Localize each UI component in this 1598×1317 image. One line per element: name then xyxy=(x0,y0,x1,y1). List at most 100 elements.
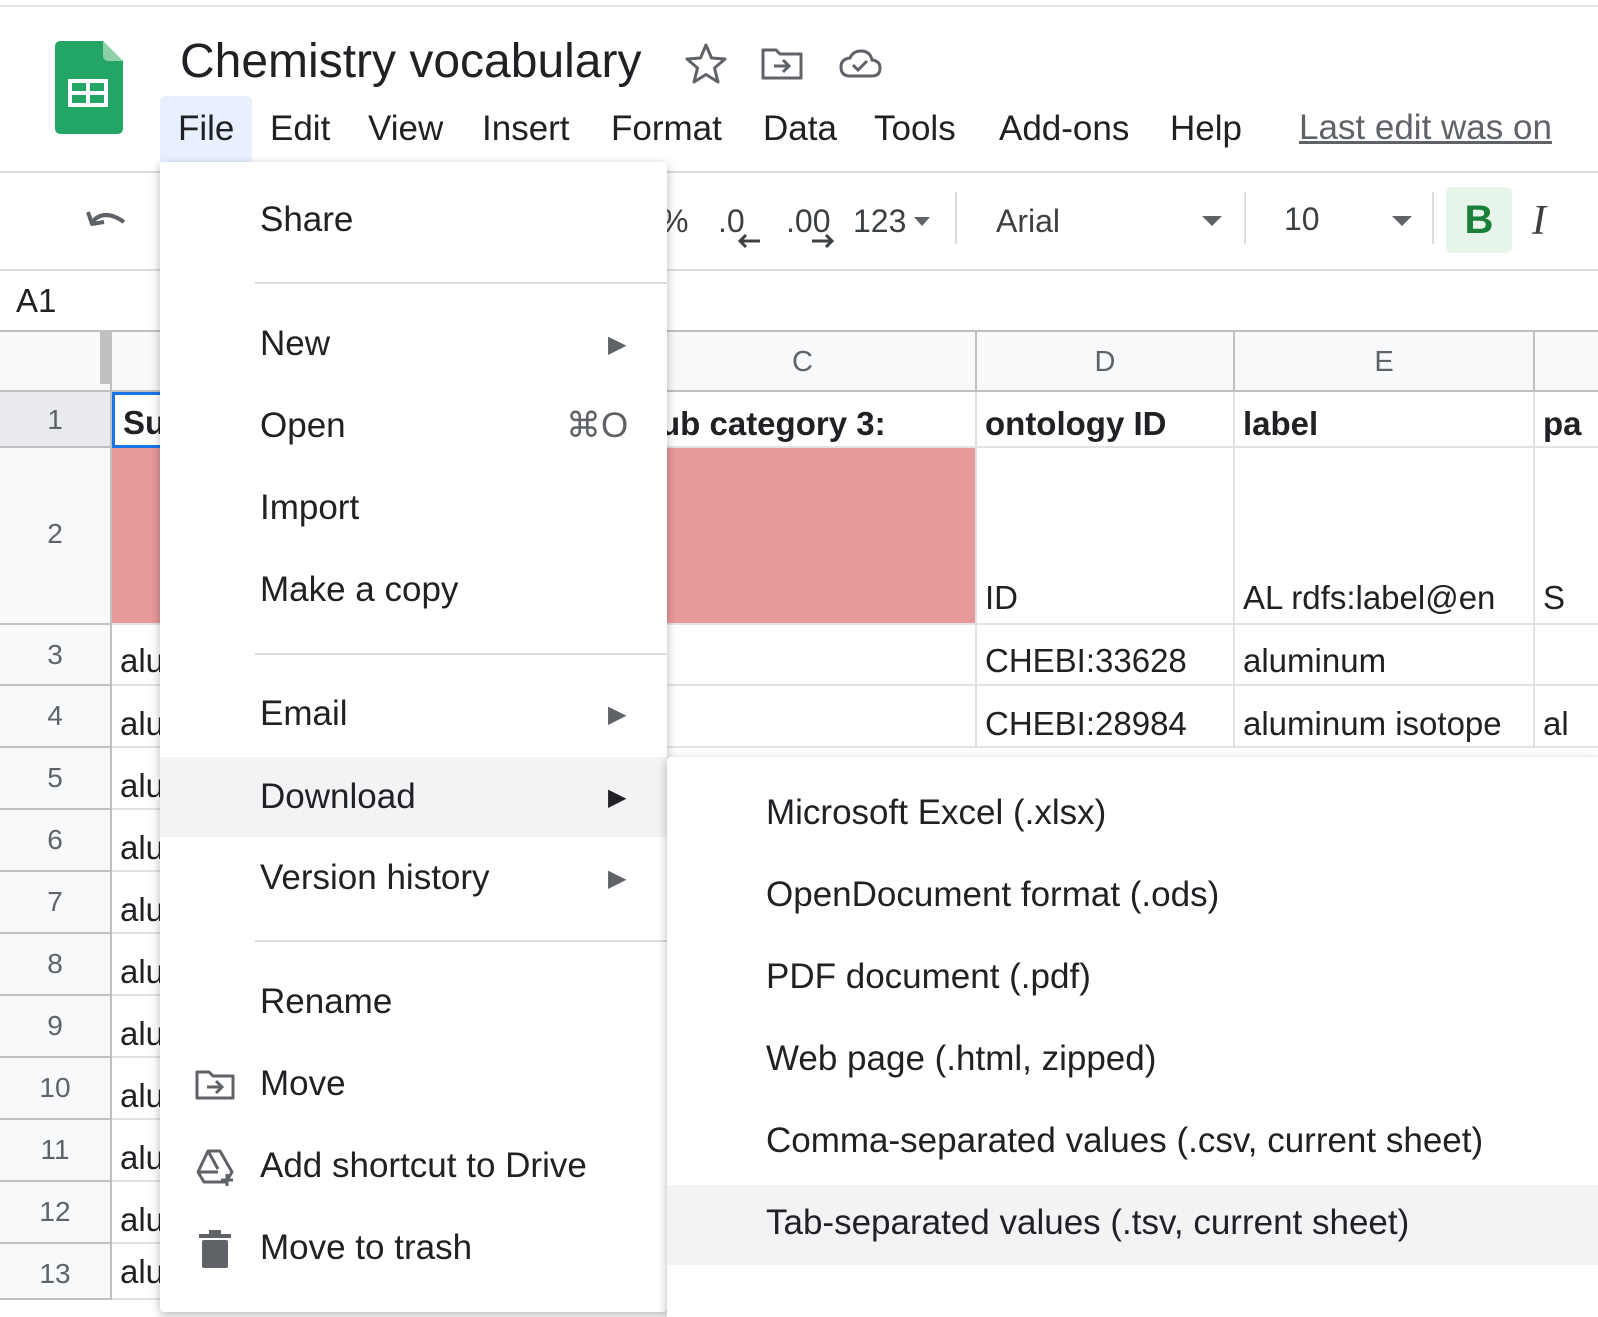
font-size-dropdown-icon[interactable] xyxy=(1390,214,1414,228)
last-edit-link[interactable]: Last edit was on xyxy=(1299,108,1552,148)
column-header-e[interactable]: E xyxy=(1235,332,1535,392)
table-cell[interactable]: alu xyxy=(112,996,167,1058)
cloud-saved-icon[interactable] xyxy=(836,40,884,88)
cell-f1[interactable]: pa xyxy=(1535,392,1598,448)
freeze-handle[interactable] xyxy=(100,332,112,384)
cell-f3[interactable] xyxy=(1535,625,1598,686)
download-xlsx[interactable]: Microsoft Excel (.xlsx) xyxy=(667,775,1598,855)
cell-e1[interactable]: label xyxy=(1235,392,1535,448)
move-to-folder-icon[interactable] xyxy=(758,40,806,88)
star-icon[interactable] xyxy=(682,40,730,88)
table-cell[interactable]: alu xyxy=(112,686,167,748)
document-title[interactable]: Chemistry vocabulary xyxy=(180,34,641,89)
menu-format[interactable]: Format xyxy=(593,96,740,162)
menu-help[interactable]: Help xyxy=(1152,96,1260,162)
cell-f4[interactable]: al xyxy=(1535,686,1598,748)
menu-view[interactable]: View xyxy=(350,96,461,162)
font-family-select[interactable]: Arial xyxy=(996,203,1060,240)
sheets-logo-icon[interactable] xyxy=(55,41,123,134)
column-header-c[interactable]: C xyxy=(630,332,977,392)
drive-shortcut-icon xyxy=(196,1149,234,1186)
download-ods[interactable]: OpenDocument format (.ods) xyxy=(667,857,1598,937)
move-folder-icon xyxy=(195,1070,235,1100)
row-header[interactable]: 7 xyxy=(0,872,112,934)
font-dropdown-icon[interactable] xyxy=(1200,214,1224,228)
number-format-button[interactable]: 123 xyxy=(853,203,906,240)
menu-tools[interactable]: Tools xyxy=(856,96,974,162)
download-csv[interactable]: Comma-separated values (.csv, current sh… xyxy=(667,1103,1598,1183)
cell-a1-selected[interactable]: Su xyxy=(112,392,167,448)
table-cell[interactable]: alu xyxy=(112,1058,167,1120)
row-header[interactable]: 2 xyxy=(0,448,112,625)
row-header[interactable]: 8 xyxy=(0,934,112,996)
table-cell[interactable]: alu xyxy=(112,1182,167,1244)
cell-f2[interactable]: S xyxy=(1535,448,1598,625)
toolbar-divider xyxy=(1244,192,1246,244)
row-header[interactable]: 4 xyxy=(0,686,112,748)
table-cell[interactable]: alu xyxy=(112,810,167,872)
cell-d2[interactable]: ID xyxy=(977,448,1235,625)
menu-data[interactable]: Data xyxy=(745,96,855,162)
menu-item-new[interactable]: New ▶ xyxy=(160,306,667,384)
table-cell[interactable]: alu xyxy=(112,934,167,996)
row-header[interactable]: 11 xyxy=(0,1120,112,1182)
select-all-corner[interactable] xyxy=(0,332,112,392)
undo-icon[interactable] xyxy=(84,200,132,240)
column-header-b[interactable] xyxy=(112,332,167,392)
menu-item-version-history[interactable]: Version history ▶ xyxy=(160,840,667,918)
cell-e3[interactable]: aluminum xyxy=(1235,625,1535,686)
top-border xyxy=(0,5,1598,7)
column-header-d[interactable]: D xyxy=(977,332,1235,392)
row-header[interactable]: 9 xyxy=(0,996,112,1058)
menu-item-import[interactable]: Import xyxy=(160,470,667,548)
cell-c1[interactable]: ub category 3: xyxy=(630,392,977,448)
menu-item-make-copy[interactable]: Make a copy xyxy=(160,552,667,630)
row-header[interactable]: 12 xyxy=(0,1182,112,1244)
cell-c4[interactable] xyxy=(630,686,977,748)
row-header[interactable]: 13 xyxy=(0,1244,112,1300)
cell-d1[interactable]: ontology ID xyxy=(977,392,1235,448)
row-header[interactable]: 5 xyxy=(0,748,112,810)
table-cell[interactable]: alu xyxy=(112,1244,167,1300)
menu-item-download[interactable]: Download ▶ xyxy=(160,757,667,837)
menu-insert[interactable]: Insert xyxy=(464,96,588,162)
cell-d3[interactable]: CHEBI:33628 xyxy=(977,625,1235,686)
toolbar-divider xyxy=(955,192,957,244)
menu-item-move[interactable]: Move xyxy=(160,1046,667,1124)
table-cell[interactable]: alu xyxy=(112,872,167,934)
arrow-left-icon xyxy=(737,233,760,249)
cell-c2-highlighted[interactable] xyxy=(630,448,977,625)
cell-d4[interactable]: CHEBI:28984 xyxy=(977,686,1235,748)
download-html[interactable]: Web page (.html, zipped) xyxy=(667,1021,1598,1101)
font-size-select[interactable]: 10 xyxy=(1284,201,1320,238)
download-tsv[interactable]: Tab-separated values (.tsv, current shee… xyxy=(667,1185,1598,1265)
row-header[interactable]: 3 xyxy=(0,625,112,686)
menu-item-rename[interactable]: Rename xyxy=(160,964,667,1042)
download-pdf[interactable]: PDF document (.pdf) xyxy=(667,939,1598,1019)
row-header[interactable]: 6 xyxy=(0,810,112,872)
menu-item-add-shortcut[interactable]: Add shortcut to Drive xyxy=(160,1128,667,1206)
menu-item-email[interactable]: Email ▶ xyxy=(160,676,667,754)
bold-label: B xyxy=(1464,198,1494,242)
table-cell[interactable]: alu xyxy=(112,748,167,810)
menu-item-open[interactable]: Open ⌘O xyxy=(160,388,667,466)
row-header[interactable]: 10 xyxy=(0,1058,112,1120)
menu-item-move-to-trash[interactable]: Move to trash xyxy=(160,1210,667,1288)
submenu-arrow-icon: ▶ xyxy=(608,331,627,358)
bold-button[interactable]: B xyxy=(1446,187,1512,253)
row-header[interactable]: 1 xyxy=(0,392,112,448)
italic-button[interactable]: I xyxy=(1532,197,1546,245)
cell-highlighted[interactable] xyxy=(112,448,167,625)
name-box[interactable]: A1 xyxy=(16,282,56,320)
menu-file[interactable]: File xyxy=(160,96,253,168)
cell-e2[interactable]: AL rdfs:label@en xyxy=(1235,448,1535,625)
menu-addons[interactable]: Add-ons xyxy=(981,96,1147,162)
table-cell[interactable]: alu xyxy=(112,625,167,686)
submenu-arrow-icon: ▶ xyxy=(608,784,627,811)
menu-item-share[interactable]: Share xyxy=(160,182,667,260)
cell-c3[interactable] xyxy=(630,625,977,686)
column-header-f[interactable] xyxy=(1535,332,1598,392)
menu-edit[interactable]: Edit xyxy=(252,96,348,162)
cell-e4[interactable]: aluminum isotope xyxy=(1235,686,1535,748)
table-cell[interactable]: alu xyxy=(112,1120,167,1182)
